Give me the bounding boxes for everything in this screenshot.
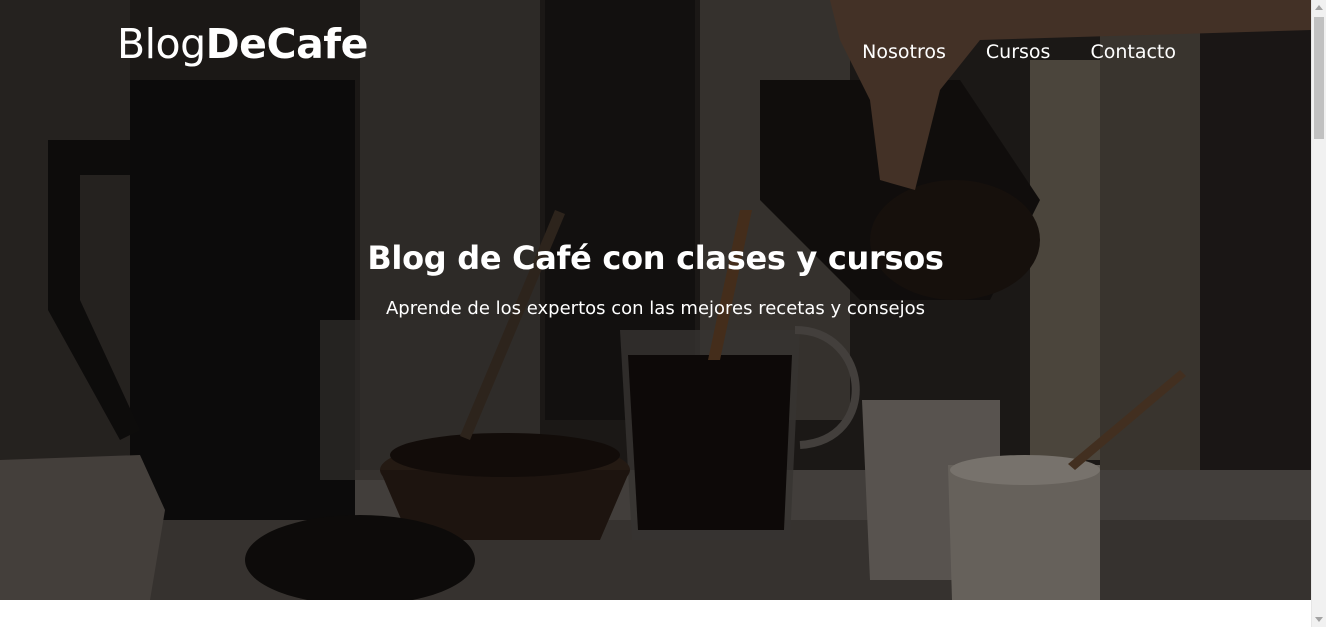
nav-link-cursos[interactable]: Cursos — [986, 38, 1051, 66]
vertical-scrollbar[interactable] — [1311, 0, 1326, 627]
scrollbar-thumb[interactable] — [1314, 17, 1324, 139]
site-logo[interactable]: BlogDeCafe — [117, 18, 368, 70]
page: BlogDeCafe Nosotros Cursos Contacto Blog… — [0, 0, 1326, 627]
nav-link-contacto[interactable]: Contacto — [1090, 38, 1176, 66]
hero-section: BlogDeCafe Nosotros Cursos Contacto Blog… — [0, 0, 1311, 600]
logo-text-bold: DeCafe — [205, 20, 369, 68]
hero-title: Blog de Café con clases y cursos — [367, 239, 944, 277]
scroll-up-arrow-icon[interactable] — [1315, 5, 1323, 10]
nav-link-nosotros[interactable]: Nosotros — [862, 38, 946, 66]
hero-text-block: Blog de Café con clases y cursos Aprende… — [0, 232, 1311, 322]
site-header: BlogDeCafe Nosotros Cursos Contacto — [0, 0, 1311, 100]
logo-text-light: Blog — [117, 20, 206, 68]
main-navigation: Nosotros Cursos Contacto — [862, 38, 1176, 66]
scroll-down-arrow-icon[interactable] — [1315, 617, 1323, 622]
hero-subtitle: Aprende de los expertos con las mejores … — [385, 298, 925, 319]
